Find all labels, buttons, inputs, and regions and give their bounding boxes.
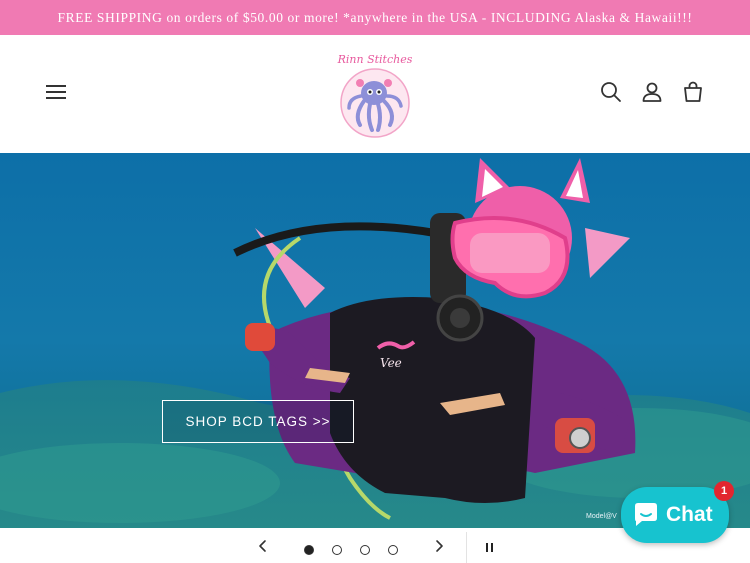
logo-octopus-image: Rinn Stitches xyxy=(337,53,413,138)
chat-button[interactable]: Chat xyxy=(621,487,729,543)
controls-divider xyxy=(466,532,467,563)
announcement-bar: FREE SHIPPING on orders of $50.00 or mor… xyxy=(0,0,750,35)
account-icon[interactable] xyxy=(640,80,664,104)
bcd-tag-text: Vee xyxy=(380,356,402,370)
chat-label: Chat xyxy=(666,503,713,526)
site-header: Rinn Stitches xyxy=(0,35,750,153)
chat-bubble-icon xyxy=(635,503,657,526)
logo-text: Rinn Stitches xyxy=(337,53,413,66)
logo[interactable]: Rinn Stitches xyxy=(330,47,420,143)
shop-bcd-tags-button[interactable]: SHOP BCD TAGS >> xyxy=(162,400,354,443)
slide-dot-2[interactable] xyxy=(332,545,342,555)
pause-icon[interactable] xyxy=(482,539,498,555)
photo-credit: Model@V xyxy=(586,513,617,520)
cart-icon[interactable] xyxy=(681,80,705,104)
slide-dot-4[interactable] xyxy=(388,545,398,555)
hero-diver-image: Vee xyxy=(0,153,750,528)
slide-dot-1[interactable] xyxy=(304,545,314,555)
menu-icon[interactable] xyxy=(44,81,68,105)
previous-slide-icon[interactable] xyxy=(254,537,272,555)
next-slide-icon[interactable] xyxy=(430,537,448,555)
chat-notification-badge: 1 xyxy=(714,481,734,501)
slide-dot-3[interactable] xyxy=(360,545,370,555)
search-icon[interactable] xyxy=(599,80,623,104)
hero-slideshow: Vee SHOP BCD TAGS >> Model@V xyxy=(0,153,750,528)
announcement-text: FREE SHIPPING on orders of $50.00 or mor… xyxy=(57,9,693,25)
